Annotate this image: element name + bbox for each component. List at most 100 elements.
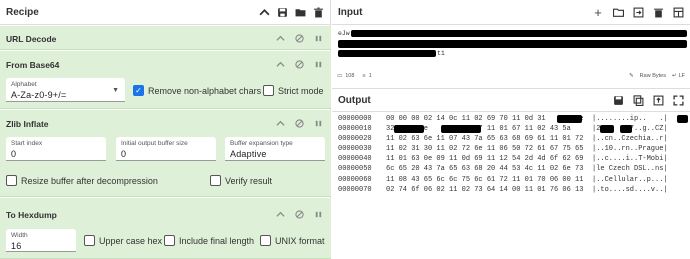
layout-icon[interactable] xyxy=(672,6,684,18)
save-icon[interactable] xyxy=(612,94,624,106)
redacted-block xyxy=(600,125,614,133)
checkbox-icon[interactable] xyxy=(84,235,95,246)
buffer-expansion-select[interactable]: Buffer expansion type Adaptive xyxy=(225,137,325,161)
operation-url-decode[interactable]: URL Decode xyxy=(0,26,331,50)
hexdump-offset: 00000000 xyxy=(338,115,372,123)
hexdump-output[interactable]: 00000000 00 00 00 02 14 0c 11 02 69 70 11… xyxy=(338,114,690,195)
hexdump-row: 00000020 11 02 63 6e 11 07 43 7a 65 63 68… xyxy=(338,134,690,144)
disable-icon[interactable] xyxy=(294,209,304,219)
line-count: 1 xyxy=(368,73,372,79)
hexdump-row: 00000030 11 02 31 30 11 02 72 6e 11 06 50… xyxy=(338,144,690,154)
operation-to-hexdump[interactable]: To Hexdump Width 16 Upper case hex Inclu… xyxy=(0,198,331,259)
alphabet-value: A-Za-z0-9+/= xyxy=(11,90,67,100)
io-panel: Input + eJw t1 ▭ 108 ≡ 1 ✎ Raw Bytes ↵ L… xyxy=(332,0,690,259)
hexdump-hex: 11 02 31 30 11 02 72 6e 11 06 50 72 61 6… xyxy=(386,145,584,154)
eol-label[interactable]: LF xyxy=(679,73,685,79)
chevron-up-icon[interactable] xyxy=(275,59,285,69)
disable-icon[interactable] xyxy=(294,59,304,69)
width-field[interactable]: Width 16 xyxy=(6,229,76,252)
copy-icon[interactable] xyxy=(632,94,644,106)
input-header: Input + xyxy=(332,0,690,25)
remove-non-alpha-checkbox[interactable]: ✓ Remove non-alphabet chars xyxy=(133,85,261,96)
input-title: Input xyxy=(338,6,363,18)
recipe-title: Recipe xyxy=(6,6,39,18)
hexdump-offset: 00000060 xyxy=(338,175,372,184)
redacted-block xyxy=(338,50,436,57)
redacted-block xyxy=(620,125,632,133)
pause-icon[interactable] xyxy=(313,118,323,128)
trash-icon[interactable] xyxy=(312,6,324,18)
upper-case-hex-checkbox[interactable]: Upper case hex xyxy=(84,235,162,246)
encoding-label[interactable]: Raw Bytes xyxy=(640,73,666,79)
recipe-header: Recipe xyxy=(0,0,330,25)
unix-format-checkbox[interactable]: UNIX format xyxy=(260,235,325,246)
chevron-up-icon[interactable] xyxy=(275,118,285,128)
plus-icon[interactable]: + xyxy=(592,5,604,20)
disable-icon[interactable] xyxy=(294,118,304,128)
operation-title: From Base64 xyxy=(6,60,60,70)
initial-buffer-field[interactable]: Initial output buffer size 0 xyxy=(116,137,216,161)
hexdump-ascii: |.to....sd....v..| xyxy=(592,185,668,194)
alphabet-select[interactable]: Alphabet A-Za-z0-9+/= ▼ xyxy=(6,78,125,102)
pause-icon[interactable] xyxy=(313,209,323,219)
output-title: Output xyxy=(338,94,371,106)
hexdump-row: 0000001032 2e 2e 37 11 01 67 11 02 43 5a… xyxy=(338,124,690,134)
input-status-bar: ▭ 108 ≡ 1 ✎ Raw Bytes ↵ LF xyxy=(332,70,690,82)
open-file-icon[interactable] xyxy=(632,6,644,18)
redacted-block xyxy=(338,40,687,48)
alphabet-label: Alphabet xyxy=(11,81,37,88)
checkbox-checked-icon[interactable]: ✓ xyxy=(133,85,144,96)
include-final-length-checkbox[interactable]: Include final length xyxy=(164,235,254,246)
hexdump-row: 00000070 02 74 6f 06 02 11 02 73 64 14 00… xyxy=(338,185,690,195)
folder-icon[interactable] xyxy=(294,6,306,18)
trash-icon[interactable] xyxy=(652,6,664,18)
verify-result-checkbox[interactable]: Verify result xyxy=(210,175,272,186)
hexdump-ascii: |..c....i..T-Mobi| xyxy=(592,155,668,164)
checkbox-icon[interactable] xyxy=(164,235,175,246)
eol-icon: ↵ xyxy=(671,73,677,79)
folder-icon[interactable] xyxy=(612,6,624,18)
save-icon[interactable] xyxy=(276,6,288,18)
checkbox-icon[interactable] xyxy=(263,85,274,96)
input-text-start: eJw xyxy=(338,30,350,37)
magic-wand-icon[interactable]: ✎ xyxy=(629,73,634,79)
operation-from-base64[interactable]: From Base64 Alphabet A-Za-z0-9+/= ▼ ✓ Re… xyxy=(0,51,331,109)
chevron-up-icon[interactable] xyxy=(275,33,285,43)
hexdump-offset: 00000070 xyxy=(338,185,372,194)
fullscreen-icon[interactable] xyxy=(672,94,684,106)
hexdump-hex: 11 01 63 0e 09 11 0d 69 11 12 54 2d 4d 6… xyxy=(386,155,584,164)
hexdump-ascii: |........ip.. .| xyxy=(592,115,668,123)
pause-icon[interactable] xyxy=(313,59,323,69)
checkbox-icon[interactable] xyxy=(260,235,271,246)
hexdump-hex: 6c 65 20 43 7a 65 63 68 20 44 53 4c 11 0… xyxy=(386,165,584,174)
redacted-block xyxy=(394,125,424,133)
operation-zlib-inflate[interactable]: Zlib Inflate Start index 0 Initial outpu… xyxy=(0,110,331,197)
input-text-end: t1 xyxy=(437,50,445,57)
checkbox-icon[interactable] xyxy=(6,175,17,186)
start-index-field[interactable]: Start index 0 xyxy=(6,137,106,161)
dropdown-arrow-icon: ▼ xyxy=(112,87,119,94)
redacted-block xyxy=(351,30,687,37)
output-header: Output xyxy=(332,88,690,112)
strict-mode-checkbox[interactable]: Strict mode xyxy=(263,85,324,96)
replace-input-icon[interactable] xyxy=(652,94,664,106)
chevron-up-icon[interactable] xyxy=(275,209,285,219)
hexdump-offset: 00000050 xyxy=(338,165,372,174)
hexdump-row: 00000040 11 01 63 0e 09 11 0d 69 11 12 54… xyxy=(338,154,690,164)
resize-buffer-checkbox[interactable]: Resize buffer after decompression xyxy=(6,175,158,186)
disable-icon[interactable] xyxy=(294,33,304,43)
redacted-block xyxy=(557,115,582,123)
hexdump-hex: 02 74 6f 06 02 11 02 73 64 14 00 11 01 7… xyxy=(386,185,584,194)
hexdump-offset: 00000020 xyxy=(338,135,372,144)
input-textarea[interactable]: eJw t1 xyxy=(332,26,690,64)
char-count: 108 xyxy=(345,73,355,79)
hexdump-ascii: |le Czech DSL..ns| xyxy=(592,165,668,174)
pause-icon[interactable] xyxy=(313,33,323,43)
hexdump-hex: 11 08 43 65 6c 6c 75 6c 61 72 11 01 70 0… xyxy=(386,175,584,184)
hexdump-hex: 11 02 63 6e 11 07 43 7a 65 63 68 69 61 1… xyxy=(386,135,584,144)
hexdump-offset: 00000040 xyxy=(338,155,372,164)
hexdump-ascii: |..Cellular..p...| xyxy=(592,175,668,184)
checkbox-icon[interactable] xyxy=(210,175,221,186)
hexdump-row: 00000000 00 00 00 02 14 0c 11 02 69 70 11… xyxy=(338,114,690,124)
chevron-up-icon[interactable] xyxy=(258,6,270,18)
